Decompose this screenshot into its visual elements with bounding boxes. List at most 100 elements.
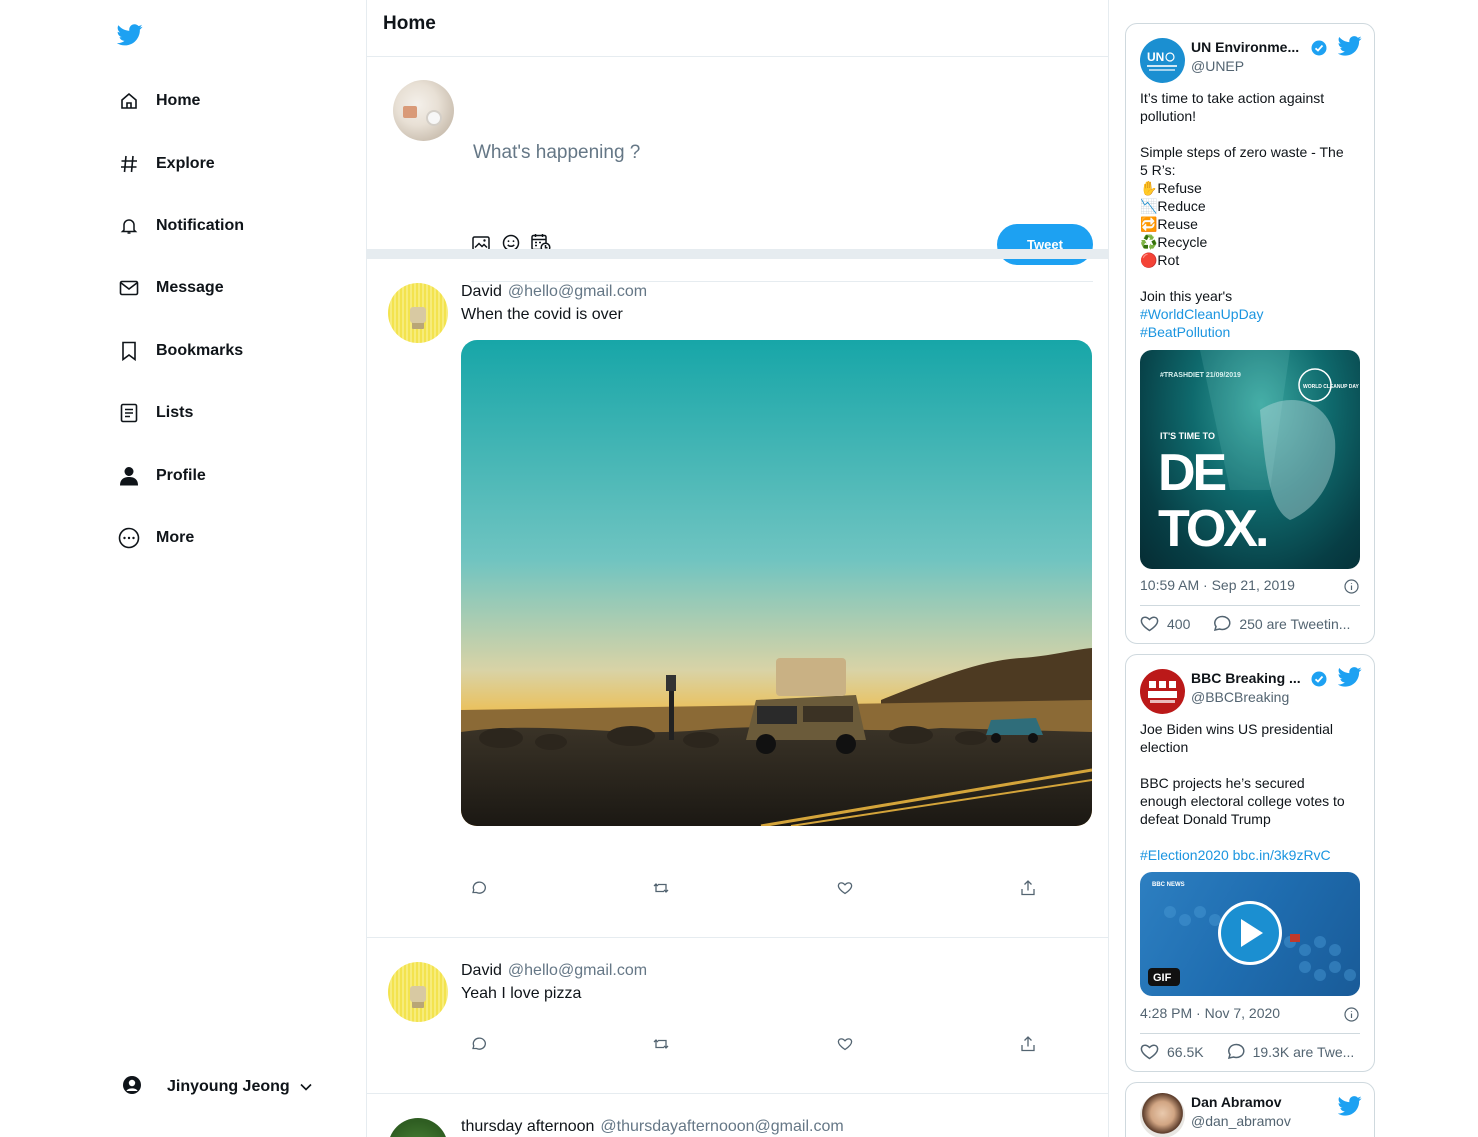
embed-like[interactable]: 400 [1140,615,1190,632]
embed-media-image[interactable]: WORLD CLEANUP DAY #TRASHDIET 21/09/2019 … [1140,350,1360,569]
info-icon[interactable] [1344,1007,1359,1022]
embed-reply[interactable]: 250 are Tweetin... [1212,615,1350,632]
embed-author-name[interactable]: BBC Breaking ... [1191,670,1316,686]
embedded-tweet-unep[interactable]: UN UN Environme... @UNEP It’s time to ta… [1125,23,1375,644]
user-avatar[interactable] [393,80,454,141]
embed-text-line [1140,269,1362,287]
hashtag-link[interactable]: #WorldCleanUpDay [1140,305,1362,323]
nav-home[interactable]: Home [118,83,200,119]
twitter-bird-icon[interactable] [1337,36,1362,58]
bbc-media-brand: BBC NEWS [1152,882,1185,888]
embed-author-name[interactable]: UN Environme... [1191,39,1316,55]
embed-stats: 66.5K 19.3K are Twe... [1140,1043,1362,1060]
embed-author-handle[interactable]: @UNEP [1191,58,1244,74]
like-icon[interactable] [836,1035,854,1053]
share-icon[interactable] [1019,879,1037,897]
embed-text-line: election [1140,739,1189,755]
embedded-tweet-bbc[interactable]: BBC Breaking ... @BBCBreaking Joe Biden … [1125,654,1375,1072]
embed-text-line: 🔁Reuse [1140,216,1198,232]
embed-media-gif[interactable]: BBC NEWS GIF [1140,872,1360,996]
nav-more[interactable]: More [118,520,194,556]
nav-bookmarks[interactable]: Bookmarks [118,333,243,369]
account-avatar-icon [122,1075,142,1100]
nav-message[interactable]: Message [118,270,224,306]
embed-reply[interactable]: 19.3K are Twe... [1226,1043,1355,1060]
tweet-author-name[interactable]: thursday afternoon [461,1118,594,1135]
nav-explore[interactable]: Explore [118,146,215,182]
nav-lists[interactable]: Lists [118,395,193,431]
embed-text-line: 🔴Rot [1140,252,1180,268]
twitter-logo-icon[interactable] [116,24,145,50]
embed-text-line [1140,125,1362,143]
account-switcher[interactable]: Jinyoung Jeong [122,1073,312,1101]
embedded-tweet-dan[interactable]: Dan Abramov @dan_abramov [1125,1082,1375,1137]
like-icon[interactable] [836,879,854,897]
embed-author-handle[interactable]: @dan_abramov [1191,1113,1291,1129]
reply-icon[interactable] [469,879,487,897]
embed-reply-count: 250 are Tweetin... [1239,615,1351,632]
embed-text-line: ✋Refuse [1140,180,1202,196]
embed-author-handle[interactable]: @BBCBreaking [1191,689,1289,705]
nav-notification[interactable]: Notification [118,208,244,244]
embed-like-count: 400 [1167,615,1191,632]
info-icon[interactable] [1344,579,1359,594]
unep-avatar[interactable]: UN [1140,38,1185,83]
compose-box: Tweet [367,57,1108,282]
nav-more-label: More [156,529,195,546]
embed-text-line: Joe Biden wins US presidential [1140,721,1333,737]
unep-media-badge: WORLD CLEANUP DAY [1303,384,1360,390]
reply-icon[interactable] [469,1035,487,1053]
gif-badge: GIF [1153,972,1172,984]
unep-media-headline-2: TOX. [1158,500,1266,558]
twitter-bird-icon[interactable] [1337,667,1362,689]
election-link[interactable]: #Election2020 bbc.in/3k9zRvC [1140,846,1362,864]
embed-timestamp[interactable]: 10:59 AM · Sep 21, 2019 [1140,577,1295,593]
main-feed: Home Tweet David @hello@gmail.com When th… [366,0,1109,1137]
retweet-icon[interactable] [652,1035,670,1053]
tweet-avatar[interactable] [388,962,448,1022]
tweet-avatar[interactable] [388,283,448,343]
embed-reply-count: 19.3K are Twe... [1252,1043,1355,1060]
tweet-author-name[interactable]: David [461,962,502,979]
tweet-text: Yeah I love pizza [461,985,582,1002]
bell-icon [118,215,140,237]
tweet-author: David @hello@gmail.com [461,962,647,980]
tweet-author-handle[interactable]: @hello@gmail.com [508,283,647,300]
svg-text:UN: UN [1147,50,1164,64]
dan-avatar[interactable] [1140,1093,1185,1137]
tweet-media-image[interactable] [461,340,1092,826]
hashtag-icon [118,153,140,175]
embed-text-line: pollution! [1140,108,1197,124]
tweet-author-handle[interactable]: @thursdayafternooon@gmail.com [600,1118,843,1135]
tweet-actions [469,1035,1037,1053]
embed-text-line: 📉Reduce [1140,198,1206,214]
embed-like[interactable]: 66.5K [1140,1043,1204,1060]
unep-media-tag: #TRASHDIET 21/09/2019 [1160,372,1241,379]
nav-message-label: Message [156,279,224,296]
home-icon [118,90,140,112]
tweet-card[interactable]: thursday afternoon @thursdayafternooon@gm… [367,1094,1108,1137]
tweet-author: David @hello@gmail.com [461,283,647,301]
embed-author-name[interactable]: Dan Abramov [1191,1094,1316,1110]
nav-explore-label: Explore [156,155,215,172]
retweet-icon[interactable] [652,879,670,897]
nav-profile[interactable]: Profile [118,458,206,494]
list-icon [118,402,140,424]
page-title: Home [383,13,436,34]
twitter-bird-icon[interactable] [1337,1096,1362,1118]
compose-input[interactable] [473,133,1073,173]
tweet-card[interactable]: David @hello@gmail.com Yeah I love pizza [367,938,1108,1094]
tweet-author-name[interactable]: David [461,283,502,300]
tweet-author-handle[interactable]: @hello@gmail.com [508,962,647,979]
tweet-text: When the covid is over [461,306,623,323]
share-icon[interactable] [1019,1035,1037,1053]
hashtag-link[interactable]: #BeatPollution [1140,323,1362,341]
more-circle-icon [118,527,140,549]
heart-icon [1140,1044,1159,1060]
tweet-avatar[interactable] [388,1118,448,1137]
embed-timestamp[interactable]: 4:28 PM · Nov 7, 2020 [1140,1005,1280,1021]
embed-divider [1140,1033,1360,1034]
tweet-card[interactable]: David @hello@gmail.com When the covid is … [367,259,1108,938]
nav-bookmarks-label: Bookmarks [156,342,244,359]
bbc-avatar[interactable] [1140,669,1185,714]
